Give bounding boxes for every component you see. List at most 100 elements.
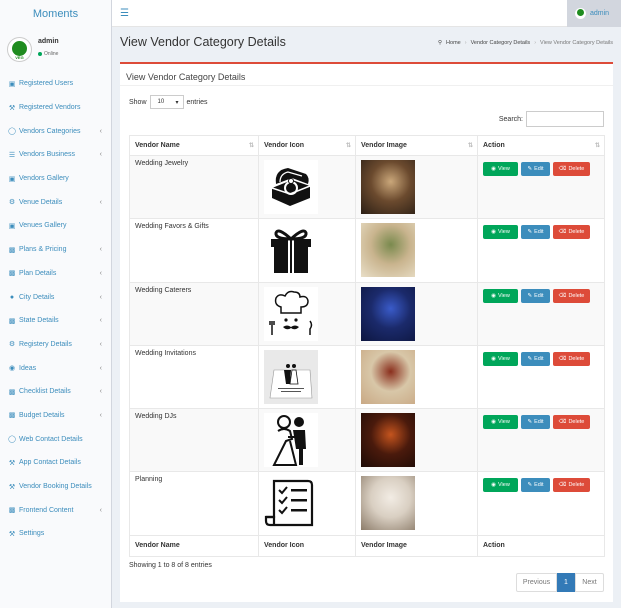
column-header-vendor-image[interactable]: Vendor Image ⇅ [355,135,478,156]
globe-icon: ● [9,293,15,301]
sidebar-item-frontend-content[interactable]: ▩ Frontend Content ‹ [0,498,112,522]
brand-logo[interactable]: Moments [0,0,111,27]
next-button[interactable]: Next [575,573,604,592]
vendor-image-cell [355,154,478,220]
sidebar-item-budget-details[interactable]: ▩ Budget Details ‹ [0,404,112,428]
sidebar-item-checklist-details[interactable]: ▩ Checklist Details ‹ [0,380,112,404]
view-button[interactable]: ◉ View [483,162,518,176]
sidebar-item-venues-gallery[interactable]: ▣ Venues Gallery [0,214,112,238]
search-control: Search: [499,111,604,127]
chevron-left-icon: ‹ [99,293,102,301]
delete-button[interactable]: ⌫ Delete [553,478,590,493]
sidebar-item-plans-pricing[interactable]: ▩ Plans & Pricing ‹ [0,238,112,262]
breadcrumb-current: View Vendor Category Details [540,40,613,46]
user-menu[interactable]: admin [567,0,621,27]
vendor-photo [361,349,415,404]
eye-icon: ◉ [8,365,16,373]
edit-button[interactable]: ✎ Edit [521,162,550,176]
vendor-icon-cell [258,344,356,410]
avatar [575,8,586,19]
menu-toggle-icon[interactable]: ☰ [120,8,129,19]
edit-button[interactable]: ✎ Edit [521,415,550,430]
view-button[interactable]: ◉ View [483,351,518,366]
user-status: Online [38,51,58,57]
edit-button[interactable]: ✎ Edit [521,351,550,366]
sidebar-item-web-contact-details[interactable]: ◯ Web Contact Details [0,427,112,451]
sidebar-item-settings[interactable]: ⚒ Settings [0,522,112,546]
sidebar-item-vendors-business[interactable]: ☰ Vendors Business ‹ [0,143,112,167]
eye-icon: ◉ [491,292,496,299]
vendor-name: Wedding DJs [135,413,177,421]
vendor-image-cell [355,344,478,410]
sort-icon: ⇅ [594,143,600,149]
view-button[interactable]: ◉ View [483,415,518,430]
chevron-left-icon: ‹ [99,246,102,254]
column-header-vendor-icon[interactable]: Vendor Icon ⇅ [258,135,356,156]
sidebar-item-ideas[interactable]: ◉ Ideas ‹ [0,356,112,380]
breadcrumb: ⚲ Home › Vendor Category Details › View … [438,40,613,46]
vendor-icon-cell [258,408,356,473]
chevron-left-icon: ‹ [99,340,102,348]
trash-icon: ⌫ [558,419,567,426]
delete-button[interactable]: ⌫ Delete [553,415,590,430]
footer-vendor-icon: Vendor Icon [258,534,356,557]
sidebar: Moments VEG admin Online ▣ Registered Use… [0,0,112,608]
delete-button[interactable]: ⌫ Delete [553,351,590,366]
vendor-photo [361,286,415,341]
sidebar-item-state-details[interactable]: ▩ State Details ‹ [0,309,112,333]
edit-button[interactable]: ✎ Edit [521,225,550,240]
sidebar-item-plan-details[interactable]: ▩ Plan Details ‹ [0,262,112,286]
vendor-image-cell [355,218,478,283]
sidebar-item-vendors-gallery[interactable]: ▣ Vendors Gallery [0,167,112,191]
previous-button[interactable]: Previous [516,573,557,592]
sidebar-item-venue-details[interactable]: ⚙ Venue Details ‹ [0,190,112,214]
column-header-action[interactable]: Action ⇅ [477,135,605,156]
sidebar-item-vendor-booking-details[interactable]: ⚒ Vendor Booking Details [0,475,112,499]
trash-icon: ⌫ [558,166,567,172]
table-row: Wedding Jewelry ◉ View ✎ Edit ⌫ Delete [129,154,605,220]
column-header-vendor-name[interactable]: Vendor Name ⇅ [129,135,259,156]
view-button[interactable]: ◉ View [483,225,518,240]
chevron-left-icon: ‹ [99,388,102,396]
sidebar-item-registery-details[interactable]: ⚙ Registery Details ‹ [0,333,112,357]
delete-button[interactable]: ⌫ Delete [553,288,590,303]
entries-select[interactable]: 10 ▾ [149,95,184,109]
sidebar-item-city-details[interactable]: ● City Details ‹ [0,285,112,309]
edit-icon: ✎ [527,229,533,236]
delete-button[interactable]: ⌫ Delete [553,225,590,240]
home-icon: ⚲ [438,40,443,46]
vendor-photo [361,160,415,214]
content-box: View Vendor Category Details Show 10 ▾ e… [120,62,613,602]
search-input[interactable] [526,111,604,127]
view-button[interactable]: ◉ View [483,288,518,303]
delete-button[interactable]: ⌫ Delete [553,162,590,176]
vendor-name-cell: Wedding Favors & Gifts [129,218,259,283]
chevron-down-icon: ▾ [175,99,179,106]
box-title: View Vendor Category Details [126,72,246,82]
vendor-name: Wedding Caterers [135,286,192,294]
sidebar-item-registered-vendors[interactable]: ⚒ Registered Vendors [0,96,112,120]
page-title: View Vendor Category Details [120,35,286,49]
edit-button[interactable]: ✎ Edit [521,478,550,493]
footer-vendor-image: Vendor Image [355,534,478,557]
couple-icon [264,413,318,468]
breadcrumb-home[interactable]: Home [446,40,461,46]
eye-icon: ◉ [491,229,496,236]
wrench-icon: ⚒ [8,530,16,538]
avatar: VEG [7,37,32,62]
sidebar-item-registered-users[interactable]: ▣ Registered Users [0,72,112,96]
sidebar-item-label: State Details [19,317,59,325]
gift-icon [264,223,318,278]
sidebar-item-vendors-categories[interactable]: ◯ Vendors Categories ‹ [0,119,112,143]
breadcrumb-parent[interactable]: Vendor Category Details [471,40,531,46]
edit-button[interactable]: ✎ Edit [521,288,550,303]
view-button[interactable]: ◉ View [483,478,518,493]
chevron-left-icon: ‹ [99,317,102,325]
action-cell: ◉ View ✎ Edit ⌫ Delete [477,281,605,346]
vendor-image-cell [355,408,478,473]
vendor-icon-cell [258,471,356,536]
page-1-button[interactable]: 1 [557,573,575,592]
sidebar-item-app-contact-details[interactable]: ⚒ App Contact Details [0,451,112,475]
action-cell: ◉ View ✎ Edit ⌫ Delete [477,344,605,410]
card-icon: ▩ [8,317,16,325]
